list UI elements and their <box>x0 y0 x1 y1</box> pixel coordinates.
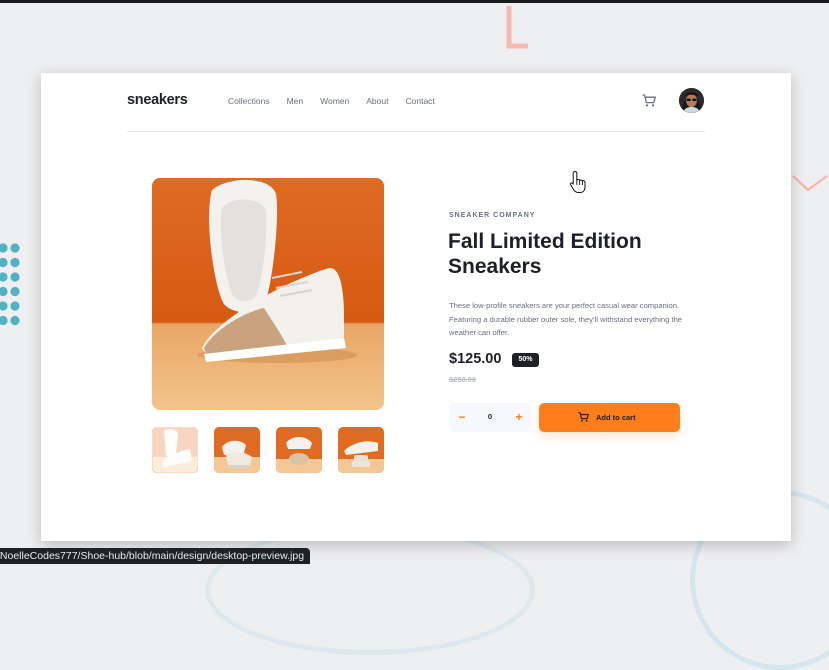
decorative-arc <box>205 525 535 655</box>
status-url: /NoelleCodes777/Shoe-hub/blob/main/desig… <box>0 550 305 562</box>
decorative-l-shape <box>506 6 528 49</box>
increase-quantity-button[interactable]: + <box>512 408 526 426</box>
original-price: $250.00 <box>449 375 477 384</box>
quantity-value: 0 <box>487 412 493 421</box>
thumbnail-1[interactable] <box>152 427 198 473</box>
decorative-dot <box>10 286 20 297</box>
add-to-cart-label: Add to cart <box>596 413 636 422</box>
current-price: $125.00 <box>449 351 502 367</box>
decorative-dot <box>10 272 20 282</box>
thumbnail-4[interactable] <box>338 427 384 473</box>
cart-icon[interactable] <box>642 94 656 107</box>
decorative-dot <box>0 243 8 253</box>
decorative-dot <box>0 315 8 326</box>
nav-link-contact[interactable]: Contact <box>405 95 434 107</box>
decorative-dot <box>0 301 8 311</box>
decorative-chevron <box>792 174 828 192</box>
discount-badge: 50% <box>512 353 539 367</box>
browser-status-bar: /NoelleCodes777/Shoe-hub/blob/main/desig… <box>0 548 311 564</box>
decorative-dot-grid <box>0 243 20 326</box>
thumbnail-3[interactable] <box>276 427 322 473</box>
avatar[interactable] <box>679 88 704 113</box>
nav-link-collections[interactable]: Collections <box>228 95 270 107</box>
browser-top-edge <box>0 0 829 3</box>
product-company: SNEAKER COMPANY <box>449 212 536 219</box>
pointer-cursor-icon <box>569 170 586 193</box>
decorative-dot <box>10 301 20 311</box>
cart-icon <box>578 412 589 422</box>
main-nav: Collections Men Women About Contact <box>228 95 452 107</box>
decorative-dot <box>10 257 20 268</box>
nav-link-men[interactable]: Men <box>287 95 304 107</box>
product-title: Fall Limited Edition Sneakers <box>448 230 642 278</box>
quantity-stepper: − 0 + <box>449 403 531 432</box>
logo[interactable]: sneakers <box>127 92 188 108</box>
decrease-quantity-button[interactable]: − <box>455 408 469 426</box>
add-to-cart-button[interactable]: Add to cart <box>539 403 680 432</box>
decorative-dot <box>10 243 20 253</box>
product-description: These low-profile sneakers are your perf… <box>449 301 683 338</box>
header-divider <box>127 131 705 132</box>
decorative-dot <box>0 257 8 268</box>
thumbnail-2[interactable] <box>214 427 260 473</box>
decorative-dot <box>0 286 8 297</box>
product-page-preview: sneakers Collections Men Women About Con… <box>41 73 791 541</box>
nav-link-women[interactable]: Women <box>320 95 349 107</box>
thumbnail-strip <box>152 427 384 473</box>
decorative-dot <box>10 315 20 326</box>
product-main-image[interactable] <box>152 178 384 410</box>
decorative-dot <box>0 272 8 282</box>
nav-link-about[interactable]: About <box>366 95 388 107</box>
